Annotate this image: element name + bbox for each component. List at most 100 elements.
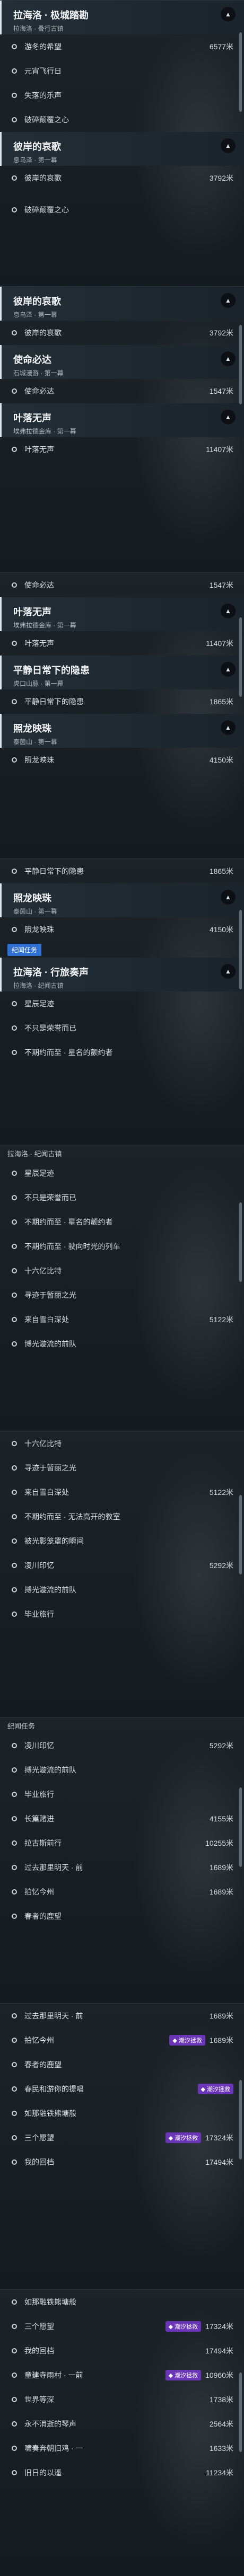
quest-group-header[interactable]: 拉海洛 · 行旅奏声 拉海洛 · 纪闻古镇 ▲ — [0, 958, 244, 992]
quest-item[interactable]: 平静日常下的隐患 1865米 — [0, 859, 244, 883]
quest-group-header[interactable]: 照龙映珠 泰茵山 · 第一幕 ▲ — [0, 883, 244, 917]
quest-item[interactable]: 彼岸的哀歌 3792米 — [0, 166, 244, 190]
quest-item[interactable]: 长篇赌进 4155米 — [0, 1807, 244, 1831]
quest-item[interactable]: 来自雪白深处 5122米 — [0, 1307, 244, 1332]
quest-item[interactable]: 不只是荣誉而已 — [0, 1016, 244, 1040]
quest-item[interactable]: 搏光漩流的前队 — [0, 1578, 244, 1602]
quest-item[interactable]: 照龙映珠 4150米 — [0, 748, 244, 772]
scrollbar[interactable] — [239, 2080, 242, 2159]
quest-item-label: 十六亿比特 — [24, 1267, 62, 1275]
collapse-chevron-icon[interactable]: ▲ — [221, 410, 236, 424]
quest-item[interactable]: 啸奏奔朝旧鸡 · 一 1633米 — [0, 2436, 244, 2460]
quest-item[interactable]: 如那融铁熊塘般 — [0, 2290, 244, 2314]
collapse-chevron-icon[interactable]: ▲ — [221, 604, 236, 618]
scrollbar[interactable] — [239, 910, 242, 989]
quest-item[interactable]: 破碎颠覆之心 — [0, 108, 244, 132]
quest-item[interactable]: 元宵飞行日 — [0, 59, 244, 83]
section-label: 纪闻任务 — [7, 1722, 36, 1730]
quest-item[interactable]: 三个愿望 ◆ 潮汐拯救 17324米 — [0, 2314, 244, 2339]
quest-item[interactable]: 毕业旅行 — [0, 1602, 244, 1626]
quest-group-header[interactable]: 彼岸的哀歌 息乌泽 · 第一幕 ▲ — [0, 287, 244, 321]
quest-item[interactable]: 世界等深 1738米 — [0, 2387, 244, 2412]
collapse-chevron-icon[interactable]: ▲ — [221, 890, 236, 905]
quest-item[interactable]: 不只是荣誉而已 — [0, 1185, 244, 1210]
quest-item[interactable]: 童建寺雨村 · 一前 ◆ 潮汐拯救 10960米 — [0, 2363, 244, 2387]
quest-item-label: 游冬的希望 — [24, 42, 62, 51]
quest-item[interactable]: 寻迹于暂丽之光 — [0, 1283, 244, 1307]
quest-item[interactable]: 博光漩流的前队 — [0, 1332, 244, 1356]
quest-log-screen: 拉海洛 · 极城踏勘 拉海洛 · 叠行古镇 ▲ 游冬的希望 6577米 元宵飞行日 失落的乐… — [0, 0, 244, 2576]
quest-group-header[interactable]: 彼岸的哀歌 息乌泽 · 第一幕 ▲ — [0, 132, 244, 166]
quest-item[interactable]: 拍忆今州 1689米 — [0, 1880, 244, 1904]
quest-item[interactable]: 失落的乐声 — [0, 83, 244, 108]
quest-item[interactable]: 旧日的以遥 11234米 — [0, 2460, 244, 2485]
quest-item[interactable]: 使命必达 1547米 — [0, 379, 244, 403]
collapse-chevron-icon[interactable]: ▲ — [221, 7, 236, 22]
quest-group-header[interactable]: 叶落无声 埃弗拉德金库 · 第一幕 ▲ — [0, 597, 244, 631]
quest-group-header[interactable]: 拉海洛 · 极城踏勘 拉海洛 · 叠行古镇 ▲ — [0, 1, 244, 34]
collapse-chevron-icon[interactable]: ▲ — [221, 662, 236, 677]
collapse-chevron-icon[interactable]: ▲ — [221, 293, 236, 308]
quest-item[interactable]: 春民和游你的提唱 ◆ 潮汐拯救 — [0, 2077, 244, 2101]
quest-item[interactable]: 星辰足迹 — [0, 992, 244, 1016]
quest-item[interactable]: 照龙映珠 4150米 — [0, 917, 244, 942]
quest-item[interactable]: 平静日常下的隐患 1865米 — [0, 689, 244, 714]
quest-item[interactable]: 叶落无声 11407米 — [0, 437, 244, 462]
quest-bullet-icon — [12, 1465, 17, 1471]
collapse-chevron-icon[interactable]: ▲ — [221, 964, 236, 979]
quest-item[interactable]: 如那融铁熊塘般 — [0, 2101, 244, 2126]
quest-item[interactable]: 被光影笼罩的瞬间 — [0, 1529, 244, 1553]
quest-group-header[interactable]: 使命必达 石城漫游 · 第一幕 ▲ — [0, 345, 244, 379]
quest-item[interactable]: 不期约而至 · 星名的颤约者 — [0, 1210, 244, 1234]
quest-item[interactable]: 不期约而至 · 无法高开的教室 — [0, 1504, 244, 1529]
collapse-chevron-icon[interactable]: ▲ — [221, 720, 236, 735]
quest-item[interactable]: 不期约而至 · 驶向时光的列车 — [0, 1234, 244, 1259]
quest-item[interactable]: 来自雪白深处 5122米 — [0, 1480, 244, 1504]
quest-group-header[interactable]: 照龙映珠 泰茵山 · 第一幕 ▲ — [0, 714, 244, 748]
quest-item-label: 拍忆今州 — [24, 1888, 54, 1896]
quest-item-label: 春者的鹿望 — [24, 2060, 62, 2069]
quest-item[interactable]: 拍忆今州 ◆ 潮汐拯救 1689米 — [0, 2028, 244, 2052]
quest-item[interactable]: 春者的鹿望 — [0, 1904, 244, 1928]
quest-item[interactable]: 破碎颠覆之心 — [0, 198, 244, 222]
scrollbar[interactable] — [239, 1202, 242, 1282]
quest-bullet-icon — [12, 927, 17, 932]
scrollbar[interactable] — [239, 617, 242, 697]
scrollbar[interactable] — [239, 32, 242, 112]
quest-item-label: 破碎颠覆之心 — [24, 116, 69, 124]
scrollbar[interactable] — [239, 325, 242, 404]
quest-item[interactable]: 寻迹于暂丽之光 — [0, 1456, 244, 1480]
quest-item[interactable]: 春者的鹿望 — [0, 2052, 244, 2077]
quest-bullet-icon — [12, 1612, 17, 1617]
quest-item[interactable]: 过去那里明天 · 前 1689米 — [0, 2004, 244, 2028]
quest-item-label: 凌川印忆 — [24, 1561, 54, 1570]
quest-item[interactable]: 拉古斯前行 10255米 — [0, 1831, 244, 1855]
quest-item[interactable]: 我的回档 17494米 — [0, 2339, 244, 2363]
quest-item-label: 叶落无声 — [24, 445, 54, 454]
quest-item[interactable]: 游冬的希望 6577米 — [0, 34, 244, 59]
quest-group-header[interactable]: 平静日常下的隐患 虎口山脉 · 第一幕 ▲ — [0, 656, 244, 689]
scrollbar[interactable] — [239, 2373, 242, 2452]
quest-bullet-icon — [12, 1050, 17, 1055]
quest-item[interactable]: 使命必达 1547米 — [0, 573, 244, 597]
quest-item[interactable]: 永不消逝的琴声 2564米 — [0, 2412, 244, 2436]
scrollbar[interactable] — [239, 1495, 242, 1574]
quest-item[interactable]: 三个愿望 ◆ 潮汐拯救 17324米 — [0, 2126, 244, 2150]
quest-item[interactable]: 十六亿比特 — [0, 1431, 244, 1456]
scrollbar[interactable] — [239, 1787, 242, 1867]
quest-item[interactable]: 凌川印忆 5292米 — [0, 1553, 244, 1578]
quest-item[interactable]: 叶落无声 11407米 — [0, 631, 244, 656]
quest-item[interactable]: 十六亿比特 — [0, 1259, 244, 1283]
quest-item[interactable]: 过去那里明天 · 前 1689米 — [0, 1855, 244, 1880]
quest-item[interactable]: 毕业旅行 — [0, 1782, 244, 1807]
quest-group-header[interactable]: 叶落无声 埃弗拉德金库 · 第一幕 ▲ — [0, 403, 244, 437]
quest-item[interactable]: 星辰足迹 — [0, 1161, 244, 1185]
quest-item[interactable]: 不期约而至 · 星名的颤约者 — [0, 1040, 244, 1065]
collapse-chevron-icon[interactable]: ▲ — [221, 351, 236, 366]
quest-item[interactable]: 凌川印忆 5292米 — [0, 1733, 244, 1758]
quest-group-title: 叶落无声 — [13, 607, 51, 617]
quest-item[interactable]: 我的回档 17494米 — [0, 2150, 244, 2174]
collapse-chevron-icon[interactable]: ▲ — [221, 138, 236, 153]
quest-item[interactable]: 搏光漩流的前队 — [0, 1758, 244, 1782]
quest-item[interactable]: 彼岸的哀歌 3792米 — [0, 321, 244, 345]
